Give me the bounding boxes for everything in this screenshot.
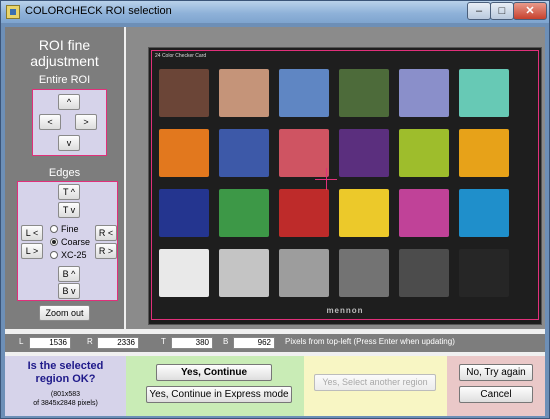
- brand-logo: mennon: [326, 306, 364, 315]
- try-again-button[interactable]: No, Try again: [459, 364, 533, 381]
- fine-radio[interactable]: [50, 225, 58, 233]
- crosshair-vertical: [326, 168, 327, 190]
- window-title: COLORCHECK ROI selection: [25, 5, 172, 17]
- region-size-line2: of 3845x2848 pixels): [33, 400, 98, 407]
- maximize-button[interactable]: □: [490, 2, 514, 20]
- region-size: (801x583 of 3845x2848 pixels): [5, 390, 126, 408]
- top-coord-input[interactable]: 380: [171, 337, 213, 349]
- close-button[interactable]: ✕: [513, 2, 547, 20]
- color-patch: [159, 129, 209, 177]
- color-patch: [279, 69, 329, 117]
- color-patch: [219, 249, 269, 297]
- step-option-fine[interactable]: Fine: [50, 224, 79, 234]
- panel-title-line2: adjustment: [30, 53, 99, 69]
- color-patch: [459, 249, 509, 297]
- bottom-edge-up-button[interactable]: B ^: [58, 266, 80, 282]
- top-coord-label: T: [161, 337, 166, 346]
- confirm-question-panel: Is the selected region OK? (801x583 of 3…: [5, 356, 126, 416]
- panel-title: ROI fine adjustment: [5, 37, 124, 69]
- step-option-xc25[interactable]: XC-25: [50, 250, 87, 260]
- color-patch: [399, 69, 449, 117]
- color-patch: [159, 249, 209, 297]
- no-panel: No, Try again Cancel: [447, 356, 545, 416]
- top-edge-down-button[interactable]: T v: [58, 202, 80, 218]
- bottom-coord-input[interactable]: 962: [233, 337, 275, 349]
- confirm-question: Is the selected region OK?: [5, 360, 126, 386]
- yes-panel: Yes, Continue Yes, Continue in Express m…: [126, 356, 304, 416]
- color-patch: [339, 129, 389, 177]
- edges-label: Edges: [48, 167, 81, 179]
- yes-continue-button[interactable]: Yes, Continue: [156, 364, 272, 381]
- minimize-button[interactable]: –: [467, 2, 491, 20]
- app-icon: [6, 5, 20, 19]
- color-patch: [279, 189, 329, 237]
- left-coord-input[interactable]: 1536: [29, 337, 71, 349]
- question-line1: Is the selected: [27, 360, 104, 372]
- bottom-coord-label: B: [223, 337, 229, 346]
- color-patch: [459, 129, 509, 177]
- client-area: ROI fine adjustment Entire ROI ^ < > v E…: [5, 27, 545, 416]
- region-size-line1: (801x583: [50, 391, 81, 398]
- color-patch: [399, 249, 449, 297]
- title-bar[interactable]: COLORCHECK ROI selection – □ ✕: [1, 1, 549, 23]
- color-patch: [219, 69, 269, 117]
- app-window: COLORCHECK ROI selection – □ ✕ ROI fine …: [0, 0, 550, 419]
- right-edge-left-button[interactable]: R <: [95, 225, 117, 241]
- question-line2: region OK?: [35, 373, 96, 385]
- step-option-coarse[interactable]: Coarse: [50, 237, 90, 247]
- color-patch: [399, 129, 449, 177]
- color-patch: [339, 189, 389, 237]
- move-right-button[interactable]: >: [75, 114, 97, 130]
- panel-title-line1: ROI fine: [38, 37, 91, 53]
- entire-roi-label: Entire ROI: [38, 74, 91, 86]
- color-patch: [339, 249, 389, 297]
- color-patch: [219, 189, 269, 237]
- cancel-button[interactable]: Cancel: [459, 386, 533, 403]
- coarse-label: Coarse: [61, 237, 91, 247]
- xc25-label: XC-25: [61, 250, 87, 260]
- color-patch: [459, 189, 509, 237]
- coordinates-note: Pixels from top-left (Press Enter when u…: [285, 337, 455, 346]
- right-coord-label: R: [87, 337, 93, 346]
- fine-label: Fine: [61, 224, 79, 234]
- zoom-out-button[interactable]: Zoom out: [39, 305, 90, 321]
- coordinates-row: L 1536 R 2336 T 380 B 962 Pixels from to…: [5, 334, 545, 352]
- color-patch: [399, 189, 449, 237]
- bottom-edge-down-button[interactable]: B v: [58, 283, 80, 299]
- select-another-region-button[interactable]: Yes, Select another region: [314, 374, 436, 391]
- entire-roi-pad: ^ < > v: [32, 89, 107, 156]
- move-up-button[interactable]: ^: [58, 94, 80, 110]
- color-patch: [279, 249, 329, 297]
- edges-pad: T ^ T v L < L > R < R > Fine Coarse XC-2…: [17, 181, 118, 301]
- color-patch: [219, 129, 269, 177]
- move-left-button[interactable]: <: [39, 114, 61, 130]
- image-viewport[interactable]: 24 Color Checker Card mennon: [126, 27, 545, 329]
- color-patch: [459, 69, 509, 117]
- right-coord-input[interactable]: 2336: [97, 337, 139, 349]
- left-edge-left-button[interactable]: L <: [21, 225, 43, 241]
- xc25-radio[interactable]: [50, 251, 58, 259]
- color-checker-photo: 24 Color Checker Card mennon: [148, 47, 542, 325]
- right-edge-right-button[interactable]: R >: [95, 243, 117, 259]
- color-patch: [159, 189, 209, 237]
- top-edge-up-button[interactable]: T ^: [58, 184, 80, 200]
- left-edge-right-button[interactable]: L >: [21, 243, 43, 259]
- select-another-panel: Yes, Select another region: [304, 356, 447, 416]
- color-patch: [279, 129, 329, 177]
- yes-express-button[interactable]: Yes, Continue in Express mode: [146, 386, 292, 403]
- color-patch: [339, 69, 389, 117]
- move-down-button[interactable]: v: [58, 135, 80, 151]
- color-patch: [159, 69, 209, 117]
- coarse-radio[interactable]: [50, 238, 58, 246]
- roi-adjust-panel: ROI fine adjustment Entire ROI ^ < > v E…: [5, 27, 124, 329]
- left-coord-label: L: [19, 337, 24, 346]
